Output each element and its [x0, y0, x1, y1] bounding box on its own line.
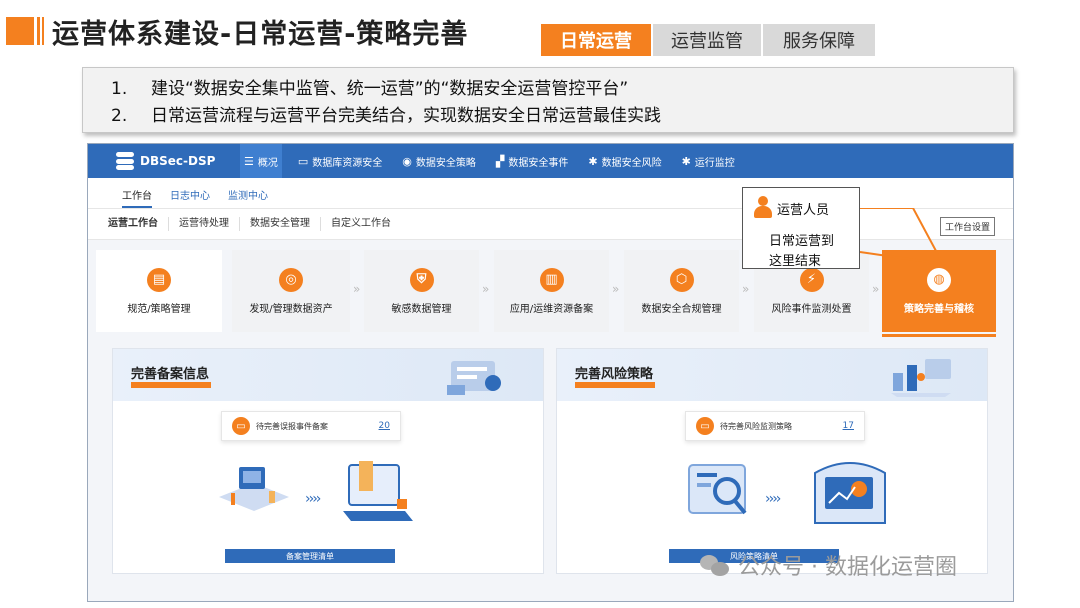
panel-complete-record: 完善备案信息 ▭ 待完善误报事件备案 20 ›››› 备案管理清单: [112, 348, 544, 574]
flow-step-compliance[interactable]: ⬡ 数据安全合规管理: [624, 250, 739, 332]
bullet-2: 2. 日常运营流程与运营平台完美结合，实现数据安全日常运营最佳实践: [111, 106, 661, 126]
nav-overview[interactable]: ☰ 概况: [240, 144, 282, 178]
inbox-icon: ▭: [232, 417, 250, 435]
tab-custom-workbench[interactable]: 自定义工作台: [321, 217, 401, 231]
active-step-underline: [882, 334, 996, 337]
callout-role: 运营人员: [777, 202, 830, 218]
slide-title: 运营体系建设-日常运营-策略完善: [52, 19, 469, 50]
laptop-illustration-icon: [343, 461, 413, 521]
record-list-button[interactable]: 备案管理清单: [225, 549, 395, 563]
flow-arrow: »: [482, 282, 490, 296]
panel-header: 完善备案信息: [113, 349, 543, 401]
report-illustration-icon: [447, 361, 501, 395]
flow-arrow: »: [742, 282, 750, 296]
tab-service-assurance[interactable]: 服务保障: [763, 24, 875, 56]
flow-step-policy[interactable]: ▤ 规范/策略管理: [96, 250, 222, 332]
nav-runtime-monitor[interactable]: ✱ 运行监控: [678, 144, 739, 178]
document-icon: ▤: [147, 267, 171, 292]
panel-header: 完善风险策略: [557, 349, 987, 401]
compliance-icon: ⬡: [669, 267, 694, 292]
analytics-illustration-icon: [891, 359, 951, 397]
subnav-workbench[interactable]: 工作台: [122, 187, 152, 208]
nav-data-security-risk[interactable]: ✱ 数据安全风险: [584, 144, 665, 178]
tab-data-security-mgmt[interactable]: 数据安全管理: [240, 217, 321, 231]
callout-message: 日常运营到 这里结束: [769, 234, 835, 269]
shield-icon: ⛨: [409, 267, 434, 292]
target-icon: ◉: [402, 154, 412, 168]
panel-title: 完善备案信息: [131, 367, 210, 382]
search-illustration-icon: [688, 464, 747, 515]
operator-callout: 运营人员 日常运营到 这里结束: [742, 187, 860, 269]
title-underline: [131, 382, 211, 388]
database-icon: ☰: [244, 154, 254, 168]
nav-data-security-policy[interactable]: ◉ 数据安全策略: [398, 144, 480, 178]
top-navbar: DBSec-DSP ☰ 概况 ▭ 数据库资源安全 ◉ 数据安全策略 ▞ 数据安全事件 ✱…: [88, 144, 1013, 178]
pending-count-link[interactable]: 17: [843, 421, 854, 431]
flow-step-sensitive-data[interactable]: ⛨ 敏感数据管理: [364, 250, 479, 332]
server-icon: ▥: [539, 267, 564, 292]
tab-ops-supervision[interactable]: 运营监管: [653, 24, 761, 56]
flow-arrow-icon: ››››: [765, 491, 781, 507]
gear-icon: ✱: [681, 154, 691, 168]
dashboard-illustration-icon: [814, 462, 886, 524]
grid-icon: ▞: [495, 154, 505, 168]
nav-db-resource-security[interactable]: ▭ 数据库资源安全: [294, 144, 386, 178]
subnav-log-center[interactable]: 日志中心: [170, 187, 210, 208]
discover-icon: ◎: [279, 267, 303, 292]
panel-complete-risk-policy: 完善风险策略 ▭ 待完善风险监测策略 17 ›››› 风险策略清单: [556, 348, 988, 574]
tab-ops-pending[interactable]: 运营待处理: [169, 217, 240, 231]
flow-arrow: »: [612, 282, 620, 296]
title-accent-bars: [6, 17, 44, 45]
subnav-monitor-center[interactable]: 监测中心: [228, 187, 268, 208]
pending-risk-policy-item[interactable]: ▭ 待完善风险监测策略 17: [685, 411, 865, 441]
nav-data-security-events[interactable]: ▞ 数据安全事件: [492, 144, 572, 178]
wechat-icon: [700, 553, 730, 577]
panel-title: 完善风险策略: [575, 367, 654, 382]
flow-step-discover-assets[interactable]: ◎ 发现/管理数据资产: [232, 250, 350, 332]
title-underline: [575, 382, 655, 388]
pending-count-link[interactable]: 20: [379, 421, 390, 431]
flow-step-resource-record[interactable]: ▥ 应用/运维资源备案: [494, 250, 609, 332]
workbench-settings-button[interactable]: 工作台设置: [939, 217, 995, 236]
gear-icon: ✱: [588, 154, 598, 168]
bullet-1: 1. 建设“数据安全集中监管、统一运营”的“数据安全运营管控平台”: [111, 79, 629, 99]
tab-ops-workbench[interactable]: 运营工作台: [98, 217, 169, 231]
brand-logo[interactable]: DBSec-DSP: [116, 152, 240, 170]
monitor-icon: ▭: [297, 154, 309, 168]
flow-arrow-icon: ››››: [305, 491, 321, 507]
database-icon: [116, 152, 134, 170]
watermark: 公众号 · 数据化运营圈: [700, 549, 957, 581]
callout-pointer: [859, 208, 945, 266]
workflow-illustration-icon: [219, 467, 289, 511]
flow-arrow: »: [353, 282, 361, 296]
inbox-icon: ▭: [696, 417, 714, 435]
tab-daily-ops[interactable]: 日常运营: [541, 24, 651, 56]
sub-navigation: 工作台 日志中心 监测中心: [88, 178, 1013, 208]
operator-avatar-icon: [753, 196, 773, 220]
flow-arrow: »: [872, 282, 880, 296]
bullet-box: 1. 建设“数据安全集中监管、统一运营”的“数据安全运营管控平台” 2. 日常运营流…: [82, 67, 1014, 133]
pending-record-item[interactable]: ▭ 待完善误报事件备案 20: [221, 411, 401, 441]
brand-name: DBSec-DSP: [140, 154, 216, 168]
